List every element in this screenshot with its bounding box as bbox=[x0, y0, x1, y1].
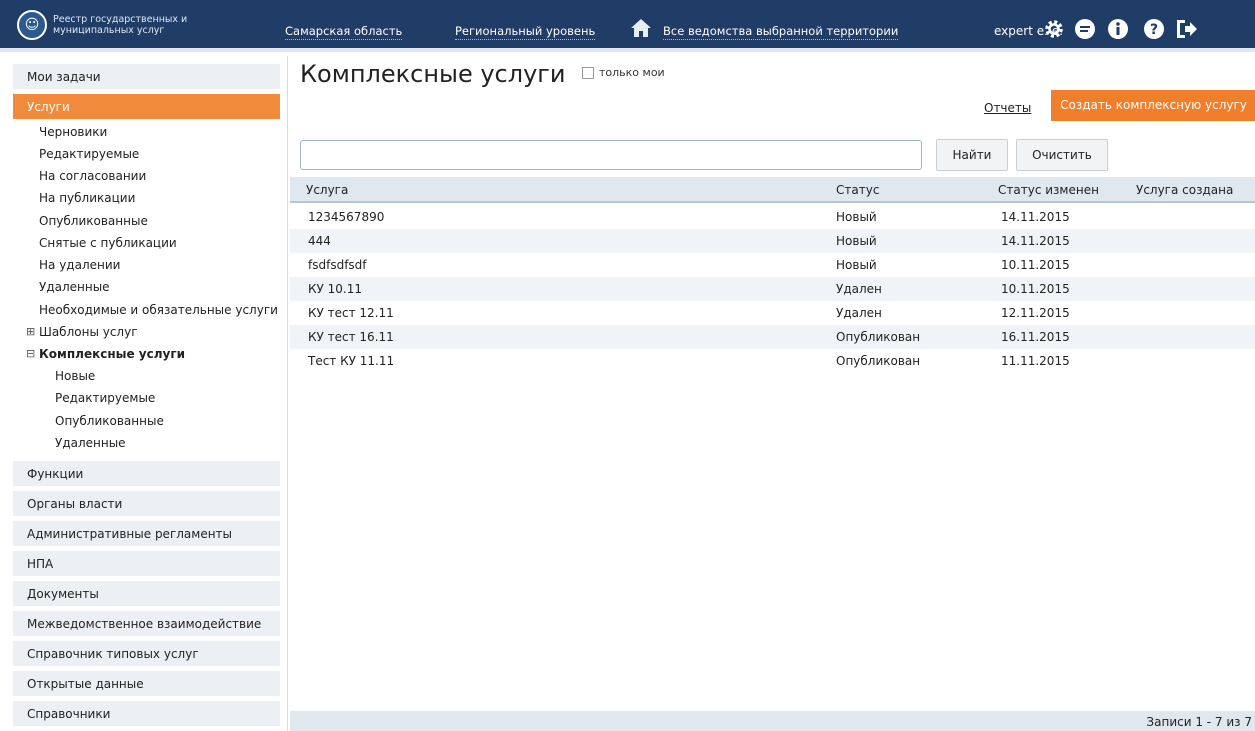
sidebar-item-interagency[interactable]: Межведомственное взаимодействие bbox=[13, 611, 280, 637]
column-header-created[interactable]: Услуга создана bbox=[1136, 183, 1233, 197]
column-header-service[interactable]: Услуга bbox=[306, 183, 348, 197]
table-row[interactable]: 444 Новый 14.11.2015 bbox=[290, 229, 1255, 253]
clear-button[interactable]: Очистить bbox=[1016, 139, 1108, 171]
cell-changed: 10.11.2015 bbox=[1001, 258, 1070, 272]
sidebar-sub-deleted[interactable]: Удаленные bbox=[39, 278, 110, 296]
table-row[interactable]: fsdfsdfsdf Новый 10.11.2015 bbox=[290, 253, 1255, 277]
cell-service[interactable]: КУ тест 12.11 bbox=[308, 306, 394, 320]
sidebar-sub-complex-published[interactable]: Опубликованные bbox=[55, 412, 164, 430]
sidebar-item-functions[interactable]: Функции bbox=[13, 461, 280, 487]
level-link[interactable]: Региональный уровень bbox=[455, 24, 596, 40]
collapse-icon[interactable]: ⊟ bbox=[26, 345, 35, 363]
cell-changed: 14.11.2015 bbox=[1001, 234, 1070, 248]
cell-changed: 10.11.2015 bbox=[1001, 282, 1070, 296]
create-complex-service-button[interactable]: Создать комплексную услугу bbox=[1051, 90, 1255, 121]
cell-service[interactable]: КУ тест 16.11 bbox=[308, 330, 394, 344]
cell-changed: 16.11.2015 bbox=[1001, 330, 1070, 344]
sidebar: Мои задачи Услуги Черновики Редактируемы… bbox=[0, 56, 288, 731]
table-row[interactable]: КУ тест 12.11 Удален 12.11.2015 bbox=[290, 301, 1255, 325]
sidebar-item-services[interactable]: Услуги bbox=[13, 94, 280, 120]
table-header: Услуга Статус Статус изменен Услуга созд… bbox=[290, 177, 1255, 203]
cell-status: Опубликован bbox=[836, 354, 921, 368]
home-icon bbox=[631, 19, 651, 37]
cell-service[interactable]: 1234567890 bbox=[308, 210, 384, 224]
region-link[interactable]: Самарская область bbox=[285, 24, 403, 40]
cell-service[interactable]: Тест КУ 11.11 bbox=[308, 354, 394, 368]
only-mine-label: только мои bbox=[599, 66, 665, 79]
table-row[interactable]: КУ тест 16.11 Опубликован 16.11.2015 bbox=[290, 325, 1255, 349]
cell-service[interactable]: КУ 10.11 bbox=[308, 282, 362, 296]
page-title: Комплексные услуги bbox=[300, 60, 566, 88]
table-row[interactable]: 1234567890 Новый 14.11.2015 bbox=[290, 205, 1255, 229]
cell-changed: 11.11.2015 bbox=[1001, 354, 1070, 368]
logout-icon[interactable] bbox=[1174, 17, 1198, 41]
agencies-link[interactable]: Все ведомства выбранной территории bbox=[663, 24, 899, 40]
svg-text:?: ? bbox=[1150, 22, 1158, 38]
sidebar-item-documents[interactable]: Документы bbox=[13, 581, 280, 607]
help-icon[interactable]: ? bbox=[1142, 17, 1166, 41]
column-header-status[interactable]: Статус bbox=[836, 183, 879, 197]
cell-status: Новый bbox=[836, 258, 877, 272]
cell-status: Новый bbox=[836, 234, 877, 248]
records-count: Записи 1 - 7 из 7 bbox=[1146, 715, 1252, 729]
cell-changed: 12.11.2015 bbox=[1001, 306, 1070, 320]
sidebar-sub-required[interactable]: Необходимые и обязательные услуги bbox=[39, 301, 278, 319]
cell-status: Удален bbox=[836, 306, 882, 320]
sidebar-sub-editing[interactable]: Редактируемые bbox=[39, 145, 139, 163]
reports-link[interactable]: Отчеты bbox=[984, 101, 1031, 115]
cell-status: Новый bbox=[836, 210, 877, 224]
checkbox-box[interactable] bbox=[582, 66, 594, 79]
cell-changed: 14.11.2015 bbox=[1001, 210, 1070, 224]
cell-service[interactable]: fsdfsdfsdf bbox=[308, 258, 367, 272]
logo-text: Реестр государственных и муниципальных у… bbox=[53, 14, 188, 36]
find-button[interactable]: Найти bbox=[936, 139, 1008, 171]
sidebar-sub-unpublished[interactable]: Снятые с публикации bbox=[39, 234, 177, 252]
sidebar-item-typical-services[interactable]: Справочник типовых услуг bbox=[13, 641, 280, 667]
cell-status: Опубликован bbox=[836, 330, 921, 344]
cell-service[interactable]: 444 bbox=[308, 234, 331, 248]
logo[interactable]: ☺ Реестр государственных и муниципальных… bbox=[17, 10, 213, 40]
sidebar-item-my-tasks[interactable]: Мои задачи bbox=[13, 64, 280, 90]
sidebar-sub-complex-editing[interactable]: Редактируемые bbox=[55, 389, 155, 407]
sidebar-sub-complex-new[interactable]: Новые bbox=[55, 367, 95, 385]
sidebar-sub-published[interactable]: Опубликованные bbox=[39, 212, 148, 230]
sidebar-item-authorities[interactable]: Органы власти bbox=[13, 491, 280, 517]
info-icon[interactable] bbox=[1106, 17, 1130, 41]
sidebar-item-open-data[interactable]: Открытые данные bbox=[13, 671, 280, 697]
cell-status: Удален bbox=[836, 282, 882, 296]
settings-icon[interactable] bbox=[1042, 17, 1066, 41]
sidebar-item-npa[interactable]: НПА bbox=[13, 551, 280, 577]
sidebar-sub-complex-deleted[interactable]: Удаленные bbox=[55, 434, 126, 452]
table-footer: Записи 1 - 7 из 7 bbox=[290, 711, 1255, 731]
sidebar-sub-publishing[interactable]: На публикации bbox=[39, 189, 135, 207]
sidebar-sub-approval[interactable]: На согласовании bbox=[39, 167, 146, 185]
expand-icon[interactable]: ⊞ bbox=[26, 323, 35, 341]
only-mine-checkbox[interactable]: только мои bbox=[582, 66, 665, 79]
table-row[interactable]: КУ 10.11 Удален 10.11.2015 bbox=[290, 277, 1255, 301]
chat-icon[interactable] bbox=[1073, 17, 1097, 41]
top-bar: ☺ Реестр государственных и муниципальных… bbox=[0, 0, 1255, 52]
sidebar-item-regulations[interactable]: Административные регламенты bbox=[13, 521, 280, 547]
logo-icon: ☺ bbox=[17, 10, 47, 40]
table-row[interactable]: Тест КУ 11.11 Опубликован 11.11.2015 bbox=[290, 349, 1255, 373]
sidebar-item-directories[interactable]: Справочники bbox=[13, 701, 280, 727]
sidebar-sub-drafts[interactable]: Черновики bbox=[39, 123, 107, 141]
sidebar-sub-deleting[interactable]: На удалении bbox=[39, 256, 120, 274]
sidebar-sub-complex[interactable]: Комплексные услуги bbox=[39, 345, 185, 363]
search-input[interactable] bbox=[300, 140, 922, 170]
column-header-status-changed[interactable]: Статус изменен bbox=[998, 183, 1099, 197]
sidebar-sub-templates[interactable]: Шаблоны услуг bbox=[39, 323, 138, 341]
